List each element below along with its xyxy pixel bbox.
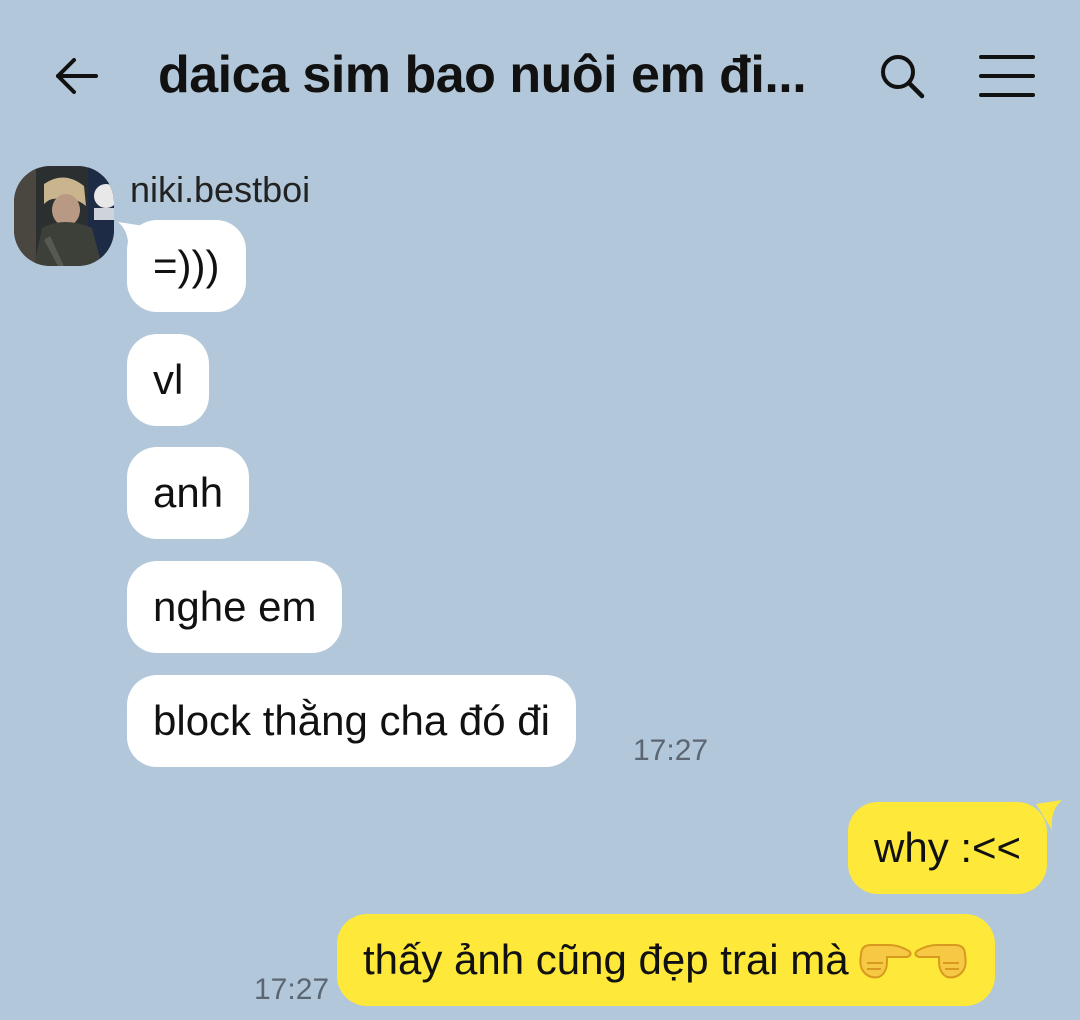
- backhand-pointing-right-emoji-icon: [859, 944, 912, 979]
- incoming-message-bubble[interactable]: anh: [127, 447, 250, 539]
- incoming-message-bubble[interactable]: nghe em: [127, 561, 343, 653]
- arrow-left-icon: [56, 58, 98, 94]
- outgoing-message-bubble[interactable]: why :<<: [848, 802, 1048, 894]
- backhand-pointing-left-emoji-icon: [914, 944, 967, 979]
- chat-title: daica sim bao nuôi em đi...: [158, 46, 807, 104]
- outgoing-message-bubble[interactable]: thấy ảnh cũng đẹp trai mà: [337, 914, 995, 1006]
- incoming-message-bubble[interactable]: =))): [127, 220, 246, 312]
- message-text: block thằng cha đó đi: [153, 697, 550, 744]
- message-text: anh: [153, 469, 224, 516]
- sender-name: niki.bestboi: [130, 169, 311, 210]
- incoming-message-bubble[interactable]: block thằng cha đó đi: [127, 675, 576, 767]
- sender-avatar[interactable]: [14, 166, 114, 266]
- incoming-message-bubble[interactable]: vl: [127, 334, 210, 426]
- hamburger-menu-icon: [979, 55, 1035, 97]
- chat-header: daica sim bao nuôi em đi...: [0, 0, 1080, 150]
- message-timestamp: 17:27: [633, 734, 709, 767]
- message-text: vl: [153, 356, 184, 403]
- search-icon: [881, 55, 925, 99]
- search-button[interactable]: [874, 48, 930, 104]
- profile-photo-image: [14, 166, 114, 266]
- menu-button[interactable]: [978, 48, 1036, 104]
- message-text: =))): [153, 242, 220, 289]
- back-button[interactable]: [48, 48, 104, 104]
- message-text: nghe em: [153, 583, 317, 630]
- message-timestamp: 17:27: [254, 973, 330, 1006]
- message-text: thấy ảnh cũng đẹp trai mà: [363, 936, 849, 983]
- message-text: why :<<: [874, 824, 1022, 871]
